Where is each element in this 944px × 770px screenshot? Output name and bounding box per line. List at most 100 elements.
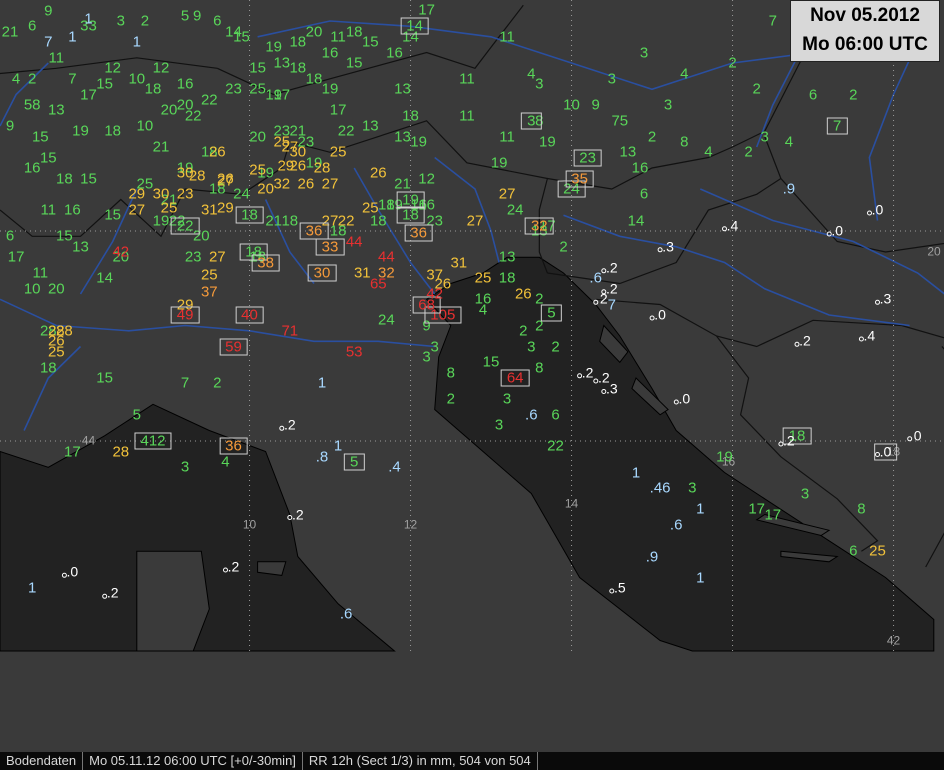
precipitation-value: 20 xyxy=(257,180,274,198)
precipitation-value: 19 xyxy=(72,122,89,140)
precipitation-value: 40 xyxy=(235,306,264,324)
precipitation-value: 18 xyxy=(396,206,425,224)
precipitation-value: 53 xyxy=(345,343,363,361)
precipitation-value: 18 xyxy=(39,359,57,376)
precipitation-value: 4 xyxy=(478,301,488,319)
precipitation-value: .0 xyxy=(871,201,884,218)
precipitation-value: 16 xyxy=(64,201,81,219)
time-label: Mo 06:00 UTC xyxy=(802,34,928,55)
precipitation-value: 71 xyxy=(281,322,299,340)
precipitation-value: 11 xyxy=(499,128,515,145)
precipitation-value: 17 xyxy=(418,1,435,19)
precipitation-value: 25 xyxy=(361,199,379,217)
precipitation-value: 29 xyxy=(217,199,234,217)
precipitation-value: 30 xyxy=(307,264,337,282)
precipitation-value: 42 xyxy=(426,285,444,303)
precipitation-value: 16 xyxy=(176,75,194,93)
precipitation-value: 17 xyxy=(64,443,81,460)
graticule-label: 20 xyxy=(927,244,941,259)
precipitation-value: 17 xyxy=(7,248,25,266)
precipitation-value: 25 xyxy=(474,269,492,287)
precipitation-value: 25 xyxy=(329,143,347,161)
precipitation-value: 6 xyxy=(213,12,222,30)
precipitation-value: 3 xyxy=(430,338,439,355)
precipitation-value: 2 xyxy=(446,390,455,408)
precipitation-value: 59 xyxy=(219,338,248,355)
precipitation-value: 33 xyxy=(315,238,345,256)
precipitation-value: 10 xyxy=(128,70,146,88)
precipitation-value: 8 xyxy=(535,359,544,376)
precipitation-value: 7 xyxy=(768,12,777,30)
precipitation-value: 22 xyxy=(547,437,564,455)
precipitation-value: 18 xyxy=(235,206,264,224)
precipitation-value: 11 xyxy=(48,49,65,67)
precipitation-value: .2 xyxy=(783,432,795,449)
precipitation-value: .2 xyxy=(581,364,594,381)
precipitation-value: 10 xyxy=(563,96,580,114)
precipitation-value: 17 xyxy=(764,506,782,523)
precipitation-value: .9 xyxy=(782,180,796,198)
precipitation-value: 29 xyxy=(128,185,146,203)
precipitation-value: 10 xyxy=(23,280,41,298)
precipitation-value: 27 xyxy=(208,248,226,266)
precipitation-value: 15 xyxy=(31,128,49,145)
precipitation-value: 14 xyxy=(400,17,429,35)
precipitation-value: 4 xyxy=(784,133,794,151)
precipitation-value: .6 xyxy=(669,516,683,534)
precipitation-value: 28 xyxy=(112,443,130,460)
precipitation-value: 2 xyxy=(559,238,568,256)
precipitation-value: 64 xyxy=(500,369,530,387)
precipitation-value: 1 xyxy=(84,10,93,28)
precipitation-value: 27 xyxy=(498,185,516,203)
graticule-label: 44 xyxy=(81,433,96,448)
graticule-label: 10 xyxy=(242,517,257,532)
precipitation-value: .4 xyxy=(388,458,401,476)
precipitation-value: 31 xyxy=(353,264,371,282)
precipitation-value: 44 xyxy=(345,233,363,250)
precipitation-value: 6 xyxy=(551,406,560,424)
station-dot xyxy=(907,436,913,442)
precipitation-value: 2 xyxy=(744,143,753,161)
precipitation-value: 25 xyxy=(160,199,178,217)
precipitation-value: 19 xyxy=(490,154,508,172)
precipitation-value: 28 xyxy=(313,159,331,177)
precipitation-value: 44 xyxy=(378,248,395,266)
precipitation-value: 1 xyxy=(28,579,37,597)
precipitation-value: 20 xyxy=(249,128,266,145)
precipitation-value: 17 xyxy=(329,101,347,119)
precipitation-value: 18 xyxy=(289,59,307,77)
precipitation-value: 3 xyxy=(800,485,810,502)
precipitation-value: .6 xyxy=(339,605,353,623)
precipitation-value: 8 xyxy=(680,133,689,151)
river-line xyxy=(434,156,500,263)
precipitation-value: 3 xyxy=(521,112,542,130)
precipitation-value: .3 xyxy=(662,238,674,255)
precipitation-value: 1 xyxy=(68,28,77,46)
precipitation-value: 17 xyxy=(80,86,97,103)
precipitation-value: 11 xyxy=(459,70,475,88)
precipitation-value: 18 xyxy=(305,70,323,88)
precipitation-value: 5 xyxy=(132,406,141,424)
precipitation-value: 28 xyxy=(56,322,73,340)
precipitation-value: .2 xyxy=(106,584,119,601)
precipitation-value: 27 xyxy=(466,212,484,229)
precipitation-value: 4 xyxy=(704,143,713,161)
precipitation-value: .5 xyxy=(613,579,626,596)
precipitation-value: 4 xyxy=(11,70,21,88)
precipitation-value: 25 xyxy=(249,161,266,179)
precipitation-value: 18 xyxy=(402,107,419,124)
precipitation-value: 2 xyxy=(28,70,37,88)
status-valid-time: Mo 05.11.12 06:00 UTC [+0/-30min] xyxy=(83,752,303,770)
precipitation-value: 7 xyxy=(827,117,848,135)
corsica-island xyxy=(136,550,210,652)
precipitation-value: 38 xyxy=(251,254,280,271)
date-label: Nov 05.2012 xyxy=(810,5,920,26)
precipitation-value: .2 xyxy=(283,416,296,433)
station-dot xyxy=(593,299,599,305)
precipitation-value: 65 xyxy=(369,275,387,292)
precipitation-value: 13 xyxy=(394,128,411,145)
precipitation-value: 3 xyxy=(180,458,190,476)
precipitation-value: 15 xyxy=(482,353,500,371)
precipitation-value: .0 xyxy=(66,563,79,580)
precipitation-value: .2 xyxy=(227,558,240,575)
